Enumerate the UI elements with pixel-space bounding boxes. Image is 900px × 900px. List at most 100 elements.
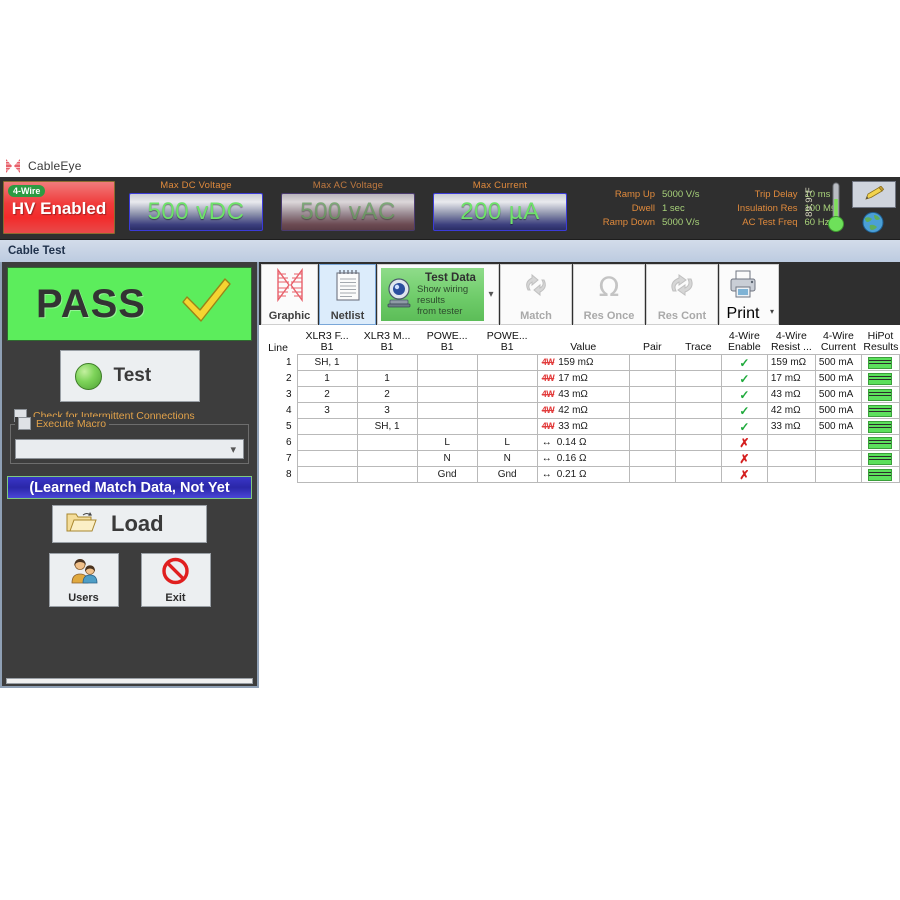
cell-4wire-enable[interactable]: ✓ bbox=[720, 354, 768, 371]
cell-4wire-resist[interactable]: 33 mΩ bbox=[766, 418, 816, 435]
cell-value[interactable]: ↔ 0.21 Ω bbox=[536, 466, 630, 483]
cell-pair[interactable] bbox=[628, 386, 676, 403]
cell-power-2[interactable] bbox=[476, 418, 538, 435]
table-row[interactable]: 1 SH, 1 4W 159 mΩ ✓ 159 mΩ 500 mA bbox=[259, 354, 900, 371]
cell-line[interactable]: 1 bbox=[259, 354, 298, 371]
cell-4wire-resist[interactable] bbox=[766, 434, 816, 451]
cell-value[interactable]: 4W 33 mΩ bbox=[536, 418, 630, 435]
pencil-edit-icon[interactable] bbox=[852, 181, 896, 208]
col-4wire-enable[interactable]: 4-Wire Enable bbox=[721, 325, 768, 355]
cell-power-2[interactable] bbox=[476, 354, 538, 371]
cell-power-2[interactable]: L bbox=[476, 434, 538, 451]
col-4wire-current[interactable]: 4-Wire Current bbox=[815, 325, 862, 355]
cell-value[interactable]: ↔ 0.16 Ω bbox=[536, 450, 630, 467]
cell-xlr3-f[interactable]: 3 bbox=[296, 402, 358, 419]
test-button[interactable]: Test bbox=[59, 350, 200, 402]
cell-4wire-resist[interactable]: 17 mΩ bbox=[766, 370, 816, 387]
chevron-down-icon[interactable]: ▾ bbox=[484, 265, 498, 324]
cell-value[interactable]: ↔ 0.14 Ω bbox=[536, 434, 630, 451]
cell-4wire-resist[interactable]: 159 mΩ bbox=[766, 354, 816, 371]
cell-trace[interactable] bbox=[674, 450, 722, 467]
print-button[interactable]: Print ▾ bbox=[719, 264, 779, 325]
cell-value[interactable]: 4W 43 mΩ bbox=[536, 386, 630, 403]
cell-value[interactable]: 4W 159 mΩ bbox=[536, 354, 630, 371]
cell-trace[interactable] bbox=[674, 354, 722, 371]
cell-power-2[interactable]: N bbox=[476, 450, 538, 467]
cell-pair[interactable] bbox=[628, 434, 676, 451]
col-pair[interactable]: Pair bbox=[629, 325, 676, 355]
cell-4wire-current[interactable]: 500 mA bbox=[814, 386, 862, 403]
cell-power-1[interactable]: Gnd bbox=[416, 466, 478, 483]
cell-4wire-current[interactable]: 500 mA bbox=[814, 370, 862, 387]
table-row[interactable]: 3 2 2 4W 43 mΩ ✓ 43 mΩ 500 mA bbox=[259, 386, 900, 403]
tab-cable-test[interactable]: Cable Test bbox=[8, 245, 65, 257]
exit-button[interactable]: Exit bbox=[140, 553, 211, 607]
res-once-button[interactable]: Ω Res Once bbox=[573, 264, 645, 325]
cell-line[interactable]: 5 bbox=[259, 418, 298, 435]
cell-4wire-resist[interactable] bbox=[766, 466, 816, 483]
test-data-button[interactable]: Test Data Show wiring results from teste… bbox=[377, 264, 499, 325]
cell-trace[interactable] bbox=[674, 434, 722, 451]
cell-xlr3-m[interactable] bbox=[356, 354, 418, 371]
cell-4wire-current[interactable]: 500 mA bbox=[814, 418, 862, 435]
macro-select[interactable]: ▾ bbox=[15, 439, 244, 459]
cell-xlr3-f[interactable]: 2 bbox=[296, 386, 358, 403]
cell-4wire-enable[interactable]: ✓ bbox=[720, 370, 768, 387]
cell-hipot-result[interactable] bbox=[860, 370, 900, 387]
res-cont-button[interactable]: Res Cont bbox=[646, 264, 718, 325]
cell-xlr3-m[interactable]: 2 bbox=[356, 386, 418, 403]
execute-macro-legend[interactable]: Execute Macro bbox=[15, 417, 110, 430]
table-row[interactable]: 6 L L ↔ 0.14 Ω ✗ bbox=[259, 434, 900, 451]
cell-4wire-current[interactable] bbox=[814, 434, 862, 451]
col-xlr3-f[interactable]: XLR3 F... B1 bbox=[297, 325, 358, 355]
globe-icon[interactable] bbox=[852, 210, 894, 235]
cell-power-1[interactable] bbox=[416, 418, 478, 435]
cell-power-2[interactable]: Gnd bbox=[476, 466, 538, 483]
cell-xlr3-m[interactable] bbox=[356, 434, 418, 451]
cell-pair[interactable] bbox=[628, 402, 676, 419]
cell-pair[interactable] bbox=[628, 450, 676, 467]
col-power-2[interactable]: POWE... B1 bbox=[477, 325, 538, 355]
cell-xlr3-m[interactable]: SH, 1 bbox=[356, 418, 418, 435]
cell-xlr3-f[interactable] bbox=[296, 450, 358, 467]
cell-xlr3-m[interactable] bbox=[356, 466, 418, 483]
cell-hipot-result[interactable] bbox=[860, 386, 900, 403]
cell-power-2[interactable] bbox=[476, 402, 538, 419]
cell-value[interactable]: 4W 17 mΩ bbox=[536, 370, 630, 387]
cell-xlr3-f[interactable] bbox=[296, 466, 358, 483]
table-row[interactable]: 2 1 1 4W 17 mΩ ✓ 17 mΩ 500 mA bbox=[259, 370, 900, 387]
cell-hipot-result[interactable] bbox=[860, 450, 900, 467]
max-current-meter[interactable]: Max Current 200 µA bbox=[429, 177, 571, 239]
col-trace[interactable]: Trace bbox=[675, 325, 722, 355]
cell-pair[interactable] bbox=[628, 418, 676, 435]
cell-trace[interactable] bbox=[674, 466, 722, 483]
cell-4wire-current[interactable]: 500 mA bbox=[814, 402, 862, 419]
cell-4wire-resist[interactable]: 42 mΩ bbox=[766, 402, 816, 419]
cell-power-1[interactable]: L bbox=[416, 434, 478, 451]
cell-trace[interactable] bbox=[674, 386, 722, 403]
col-xlr3-m[interactable]: XLR3 M... B1 bbox=[357, 325, 418, 355]
col-4wire-resist[interactable]: 4-Wire Resist ... bbox=[767, 325, 816, 355]
col-hipot-results[interactable]: HiPot Results bbox=[861, 325, 900, 355]
max-ac-voltage-meter[interactable]: Max AC Voltage 500 vAC bbox=[277, 177, 419, 239]
table-row[interactable]: 8 Gnd Gnd ↔ 0.21 Ω ✗ bbox=[259, 466, 900, 483]
cell-hipot-result[interactable] bbox=[860, 434, 900, 451]
max-dc-voltage-meter[interactable]: Max DC Voltage 500 vDC bbox=[125, 177, 267, 239]
cell-4wire-resist[interactable]: 43 mΩ bbox=[766, 386, 816, 403]
col-power-1[interactable]: POWE... B1 bbox=[417, 325, 478, 355]
cell-xlr3-f[interactable] bbox=[296, 434, 358, 451]
execute-macro-checkbox[interactable] bbox=[18, 417, 31, 430]
cell-line[interactable]: 2 bbox=[259, 370, 298, 387]
cell-trace[interactable] bbox=[674, 418, 722, 435]
table-row[interactable]: 5 SH, 1 4W 33 mΩ ✓ 33 mΩ 500 mA bbox=[259, 418, 900, 435]
cell-line[interactable]: 8 bbox=[259, 466, 298, 483]
cell-pair[interactable] bbox=[628, 370, 676, 387]
table-row[interactable]: 7 N N ↔ 0.16 Ω ✗ bbox=[259, 450, 900, 467]
cell-power-2[interactable] bbox=[476, 370, 538, 387]
cell-line[interactable]: 4 bbox=[259, 402, 298, 419]
cell-line[interactable]: 7 bbox=[259, 450, 298, 467]
cell-xlr3-m[interactable]: 1 bbox=[356, 370, 418, 387]
cell-4wire-enable[interactable]: ✗ bbox=[720, 434, 768, 451]
cell-4wire-enable[interactable]: ✓ bbox=[720, 386, 768, 403]
cell-hipot-result[interactable] bbox=[860, 354, 900, 371]
